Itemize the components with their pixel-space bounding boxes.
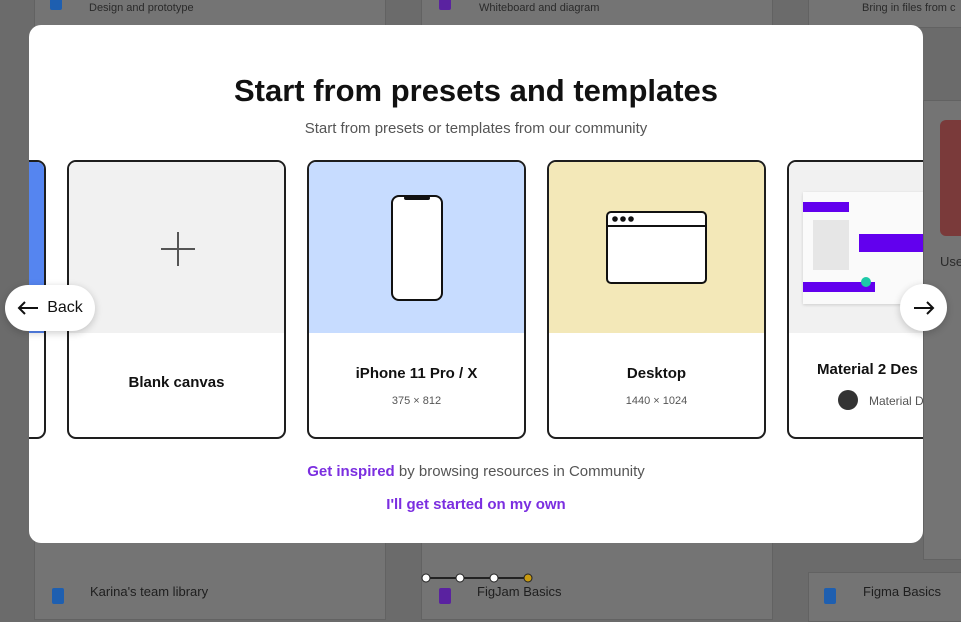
back-label: Back <box>47 299 83 316</box>
bg-right-label: Use <box>940 254 961 269</box>
bg-card-subtitle: Whiteboard and diagram <box>479 2 600 14</box>
card-name: Desktop <box>626 365 687 382</box>
figjam-file-icon <box>439 0 451 10</box>
browser-window-icon <box>606 211 707 284</box>
bg-card-label: Karina's team library <box>90 584 209 599</box>
arrow-left-icon <box>17 301 39 315</box>
template-card-blank-canvas[interactable]: Blank canvas <box>67 160 286 439</box>
back-button[interactable]: Back <box>5 285 95 331</box>
card-author: Material D <box>869 394 923 408</box>
card-size: 1440 × 1024 <box>625 395 688 407</box>
card-thumbnail <box>309 162 524 333</box>
bg-card-label: FigJam Basics <box>477 584 562 599</box>
card-size: 375 × 812 <box>391 395 442 407</box>
templates-modal: Start from presets and templates Start f… <box>29 25 923 543</box>
modal-subtitle: Start from presets or templates from our… <box>304 120 648 137</box>
bg-right-thumb <box>940 120 961 236</box>
template-card-iphone[interactable]: iPhone 11 Pro / X 375 × 812 <box>307 160 526 439</box>
author-avatar <box>838 390 858 410</box>
start-own-link[interactable]: I'll get started on my own <box>29 496 923 513</box>
plus-icon <box>161 232 195 266</box>
card-name: Material 2 Des <box>817 361 918 378</box>
connector-dots-icon <box>421 573 533 583</box>
bg-card-subtitle: Bring in files from c <box>862 2 956 14</box>
bg-card-karina <box>34 540 386 620</box>
modal-title: Start from presets and templates <box>233 73 719 108</box>
bg-card-design <box>34 0 386 28</box>
card-name: Blank canvas <box>128 374 225 391</box>
card-name: iPhone 11 Pro / X <box>355 365 478 382</box>
next-button[interactable] <box>900 284 947 331</box>
bg-card-subtitle: Design and prototype <box>89 2 194 14</box>
card-thumbnail <box>69 162 284 333</box>
figma-file-icon <box>50 0 62 10</box>
card-thumbnail <box>549 162 764 333</box>
template-card-desktop[interactable]: Desktop 1440 × 1024 <box>547 160 766 439</box>
arrow-right-icon <box>913 300 934 315</box>
inspired-text: Get inspired by browsing resources in Co… <box>307 463 645 480</box>
bg-card-label: Figma Basics <box>863 584 942 599</box>
phone-icon <box>391 195 443 301</box>
get-inspired-link[interactable]: Get inspired <box>307 463 395 480</box>
